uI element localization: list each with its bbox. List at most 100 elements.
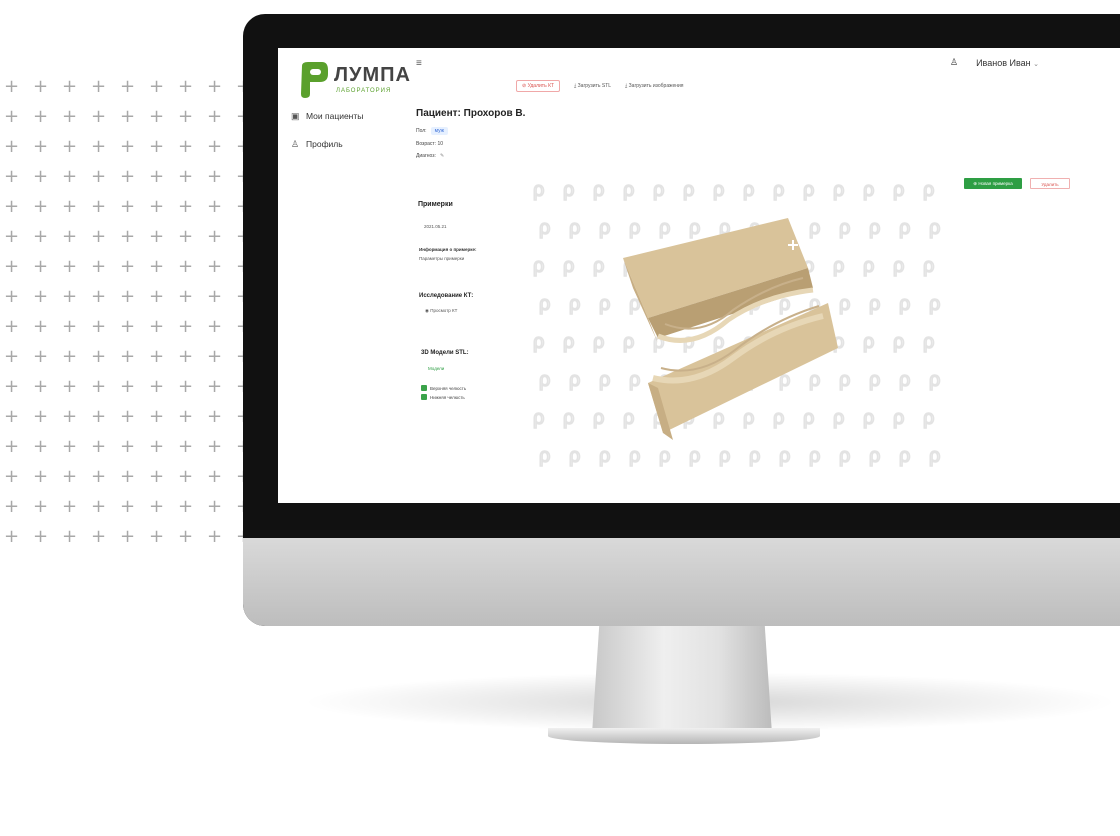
app-logo[interactable]: ЛУМПА ЛАБОРАТОРИЯ bbox=[296, 60, 410, 100]
plus-mark-icon: + bbox=[149, 496, 165, 517]
watermark-logo-icon: ρ bbox=[539, 369, 550, 391]
watermark-logo-icon: ρ bbox=[689, 445, 700, 467]
watermark-logo-icon: ρ bbox=[713, 179, 724, 201]
plus-mark-icon: + bbox=[62, 166, 78, 187]
plus-mark-icon: + bbox=[62, 316, 78, 337]
watermark-logo-icon: ρ bbox=[839, 293, 850, 315]
watermark-logo-icon: ρ bbox=[833, 179, 844, 201]
eye-icon: ◉ bbox=[425, 308, 429, 313]
plus-mark-icon: + bbox=[62, 376, 78, 397]
plus-mark-icon: + bbox=[33, 346, 49, 367]
upload-images-button[interactable]: ⤓ Загрузить изображения bbox=[625, 80, 683, 92]
upload-images-label: Загрузить изображения bbox=[628, 83, 684, 89]
plus-mark-icon: + bbox=[91, 466, 107, 487]
watermark-logo-icon: ρ bbox=[539, 217, 550, 239]
watermark-logo-icon: ρ bbox=[599, 445, 610, 467]
patient-toolbar: ⊘ Удалить КТ ⤓ Загрузить STL ⤓ Загрузить… bbox=[516, 80, 684, 92]
plus-mark-icon: + bbox=[91, 166, 107, 187]
fitting-date-item[interactable]: 2021.05.21 bbox=[424, 224, 447, 229]
plus-mark-icon: + bbox=[91, 346, 107, 367]
plus-mark-icon: + bbox=[120, 526, 136, 547]
plus-mark-icon: + bbox=[207, 166, 223, 187]
watermark-logo-icon: ρ bbox=[563, 179, 574, 201]
plus-mark-icon: + bbox=[149, 346, 165, 367]
plus-mark-icon: + bbox=[120, 196, 136, 217]
sidebar-item-label: Профиль bbox=[306, 139, 343, 149]
plus-mark-icon: + bbox=[4, 256, 20, 277]
plus-mark-icon: + bbox=[207, 496, 223, 517]
watermark-logo-icon: ρ bbox=[659, 445, 670, 467]
plus-mark-icon: + bbox=[120, 136, 136, 157]
watermark-logo-icon: ρ bbox=[833, 255, 844, 277]
menu-icon[interactable]: ≡ bbox=[416, 58, 422, 69]
plus-mark-icon: + bbox=[207, 376, 223, 397]
plus-mark-icon: + bbox=[91, 106, 107, 127]
plus-mark-icon: + bbox=[120, 316, 136, 337]
plus-mark-icon: + bbox=[4, 526, 20, 547]
plus-mark-icon: + bbox=[4, 496, 20, 517]
watermark-logo-icon: ρ bbox=[863, 331, 874, 353]
upload-stl-button[interactable]: ⤓ Загрузить STL bbox=[574, 80, 611, 92]
watermark-logo-icon: ρ bbox=[899, 217, 910, 239]
watermark-logo-icon: ρ bbox=[899, 293, 910, 315]
plus-mark-icon: + bbox=[4, 106, 20, 127]
plus-mark-icon: + bbox=[149, 76, 165, 97]
watermark-logo-icon: ρ bbox=[629, 217, 640, 239]
plus-mark-icon: + bbox=[120, 346, 136, 367]
watermark-logo-icon: ρ bbox=[809, 445, 820, 467]
watermark-logo-icon: ρ bbox=[893, 179, 904, 201]
plus-mark-icon: + bbox=[62, 76, 78, 97]
plus-mark-icon: + bbox=[178, 376, 194, 397]
calendar-icon: ▣ bbox=[291, 110, 300, 121]
plus-mark-icon: + bbox=[4, 316, 20, 337]
watermark-logo-icon: ρ bbox=[923, 179, 934, 201]
new-fitting-button[interactable]: ⊕ Новая примерка bbox=[964, 178, 1022, 189]
checkbox-checked-icon bbox=[421, 385, 427, 391]
plus-mark-icon: + bbox=[62, 256, 78, 277]
plus-mark-icon: + bbox=[149, 136, 165, 157]
upper-jaw-checkbox[interactable]: Верхняя челюсть bbox=[421, 385, 466, 391]
watermark-logo-icon: ρ bbox=[869, 369, 880, 391]
watermark-logo-icon: ρ bbox=[863, 179, 874, 201]
delete-button[interactable]: Удалить bbox=[1030, 178, 1070, 189]
user-menu[interactable]: ♙ Иванов Иван ⌄ bbox=[950, 57, 1039, 68]
delete-kt-button[interactable]: ⊘ Удалить КТ bbox=[516, 80, 561, 92]
model-viewer[interactable]: ρ ρ ρ ρ ρ ρ ρ ρ ρ ρ ρ ρ ρ ρρ ρ ρ ρ ρ ρ ρ ρ ρ ρ ρ ρρ ρ ρ ρ ρ ρ ρ ρρ ρ ρ ρ ρ ρ… bbox=[523, 178, 953, 478]
watermark-logo-icon: ρ bbox=[929, 217, 940, 239]
plus-mark-icon: + bbox=[207, 76, 223, 97]
watermark-logo-icon: ρ bbox=[923, 331, 934, 353]
watermark-logo-icon: ρ bbox=[863, 255, 874, 277]
lower-jaw-checkbox[interactable]: Нижняя челюсть bbox=[421, 394, 465, 400]
monitor-stand-foot bbox=[548, 728, 820, 744]
plus-mark-icon: + bbox=[4, 376, 20, 397]
upload-stl-label: Загрузить STL bbox=[577, 83, 612, 89]
age-label: Возраст: 10 bbox=[416, 141, 444, 147]
edit-icon[interactable]: ✎ bbox=[440, 153, 444, 159]
plus-mark-icon: + bbox=[149, 106, 165, 127]
sidebar-item-profile[interactable]: ♙ Профиль bbox=[291, 139, 343, 149]
plus-mark-icon: + bbox=[4, 346, 20, 367]
upload-icon: ⤓ bbox=[625, 83, 628, 89]
plus-mark-icon: + bbox=[4, 196, 20, 217]
plus-mark-icon: + bbox=[62, 226, 78, 247]
delete-kt-label: Удалить КТ bbox=[527, 83, 555, 89]
plus-mark-icon: + bbox=[33, 286, 49, 307]
models-link[interactable]: Модели bbox=[428, 366, 444, 371]
watermark-logo-icon: ρ bbox=[599, 293, 610, 315]
watermark-logo-icon: ρ bbox=[773, 179, 784, 201]
plus-mark-icon: + bbox=[207, 436, 223, 457]
plus-mark-icon: + bbox=[62, 436, 78, 457]
view-kt-link[interactable]: ◉ Просмотр КТ bbox=[425, 308, 457, 314]
plus-mark-icon: + bbox=[178, 76, 194, 97]
plus-mark-icon: + bbox=[33, 316, 49, 337]
patient-info: Пациент: Прохоров В. Пол: муж Возраст: 10… bbox=[416, 108, 525, 159]
sidebar-item-label: Мои пациенты bbox=[306, 111, 364, 121]
plus-mark-icon: + bbox=[33, 256, 49, 277]
plus-mark-icon: + bbox=[149, 166, 165, 187]
plus-mark-icon: + bbox=[149, 256, 165, 277]
plus-mark-icon: + bbox=[207, 346, 223, 367]
plus-mark-icon: + bbox=[178, 406, 194, 427]
plus-mark-icon: + bbox=[207, 466, 223, 487]
sidebar-item-patients[interactable]: ▣ Мои пациенты bbox=[291, 111, 363, 121]
plus-mark-icon: + bbox=[91, 436, 107, 457]
